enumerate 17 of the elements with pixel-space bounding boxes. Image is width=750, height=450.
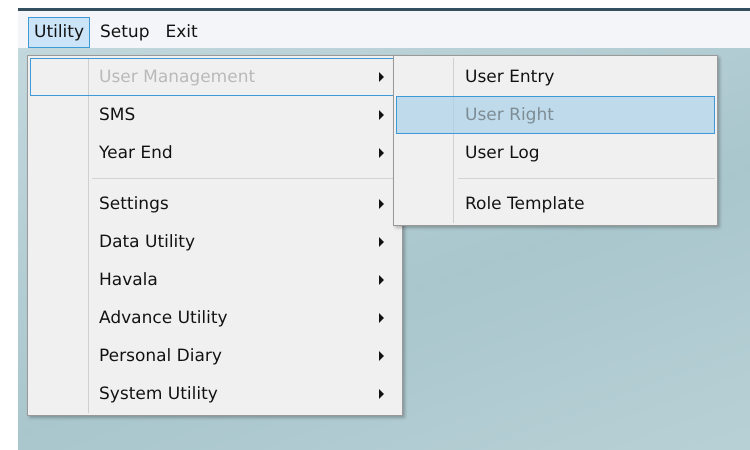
menu-bar-item[interactable]: Exit <box>160 17 204 48</box>
menu-item[interactable]: Personal Diary <box>30 337 400 375</box>
menu-item[interactable]: Havala <box>30 261 400 299</box>
submenu-arrow-icon <box>378 148 385 158</box>
submenu-arrow-icon <box>378 110 385 120</box>
menu-item[interactable]: Advance Utility <box>30 299 400 337</box>
menu-bar-item[interactable]: Setup <box>94 17 156 48</box>
menu-item[interactable]: System Utility <box>30 375 400 413</box>
submenu-arrow-icon <box>378 237 385 247</box>
submenu-arrow-icon <box>378 389 385 399</box>
menu-bar-item[interactable]: Utility <box>28 17 90 48</box>
submenu-arrow-icon <box>378 72 385 82</box>
submenu-arrow-icon <box>378 313 385 323</box>
submenu-arrow-icon <box>378 351 385 361</box>
submenu-arrow-icon <box>378 199 385 209</box>
menu-item[interactable]: Data Utility <box>30 223 400 261</box>
submenu-arrow-icon <box>378 275 385 285</box>
